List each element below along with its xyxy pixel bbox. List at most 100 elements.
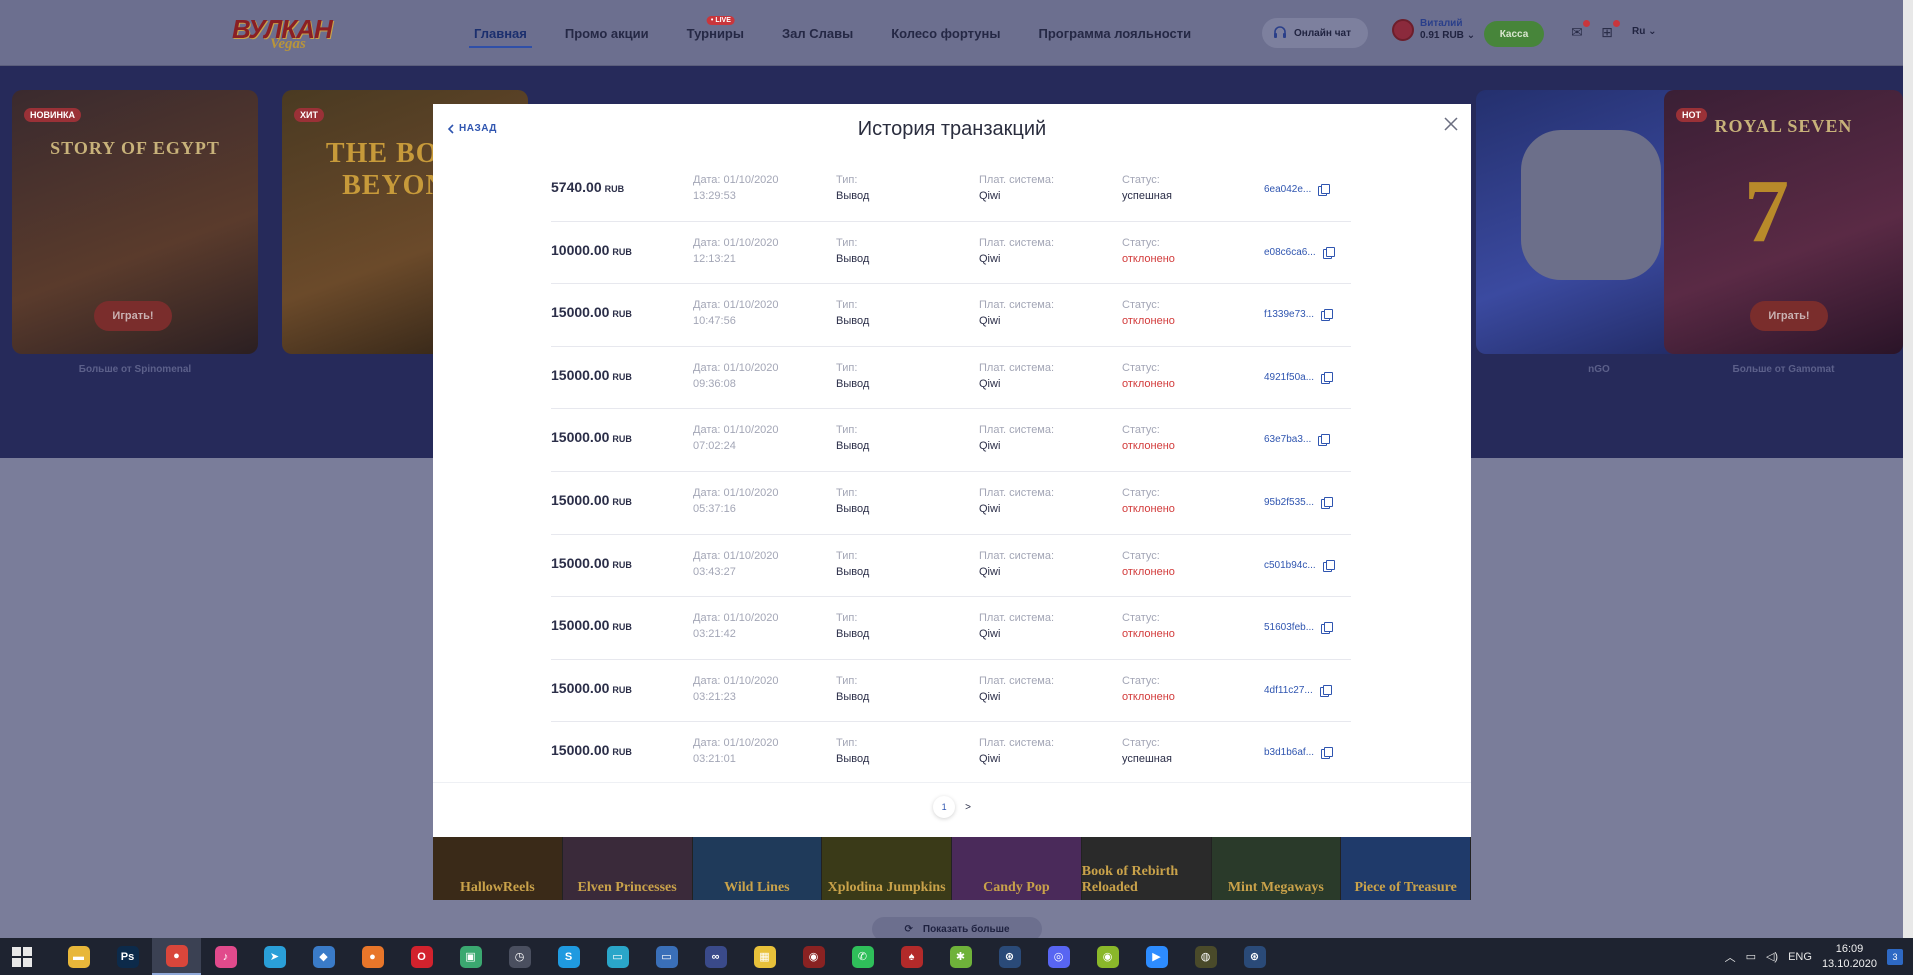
game-provider-link[interactable]: Больше от Spinomenal: [12, 364, 258, 375]
transaction-amount: 15000.00 RUB: [551, 491, 632, 508]
app-glyph: ✆: [851, 945, 874, 968]
poker-icon[interactable]: ♠: [887, 938, 936, 975]
game-thumb[interactable]: Wild Lines: [692, 836, 823, 900]
app-icon[interactable]: ◆: [299, 938, 348, 975]
settings-app-icon[interactable]: ✱: [936, 938, 985, 975]
clock[interactable]: 16:09 13.10.2020: [1822, 942, 1877, 972]
volume-icon[interactable]: ◁): [1766, 950, 1778, 963]
transaction-id-copy[interactable]: 51603feb...: [1264, 622, 1334, 635]
transaction-id-copy[interactable]: 95b2f535...: [1264, 496, 1334, 509]
cashier-button[interactable]: Касса: [1484, 21, 1544, 47]
transaction-amount: 15000.00 RUB: [551, 304, 632, 321]
currency: RUB: [612, 496, 632, 507]
link-icon[interactable]: ∞: [691, 938, 740, 975]
input-language[interactable]: ENG: [1788, 951, 1812, 963]
transaction-id: b3d1b6af...: [1264, 747, 1315, 759]
steam-icon[interactable]: ⊛: [985, 938, 1034, 975]
transaction-id-copy[interactable]: 63e7ba3...: [1264, 434, 1331, 447]
language-selector[interactable]: Ru ⌄: [1632, 26, 1657, 37]
play-button[interactable]: Играть!: [1750, 301, 1828, 331]
page-scrollbar[interactable]: [1903, 0, 1913, 938]
record-icon[interactable]: ◉: [789, 938, 838, 975]
nav-item-promo[interactable]: Промо акции: [546, 0, 668, 66]
transaction-row: 15000.00 RUB Дата: 01/10/2020 10:47:56 Тип: В…: [551, 284, 1351, 347]
transaction-id-copy[interactable]: b3d1b6af...: [1264, 747, 1334, 760]
game-thumb[interactable]: Piece of Treasure: [1341, 836, 1471, 900]
gift-icon[interactable]: ⊞: [1598, 20, 1620, 40]
media-icon[interactable]: ◉: [1083, 938, 1132, 975]
app-glyph: S: [557, 945, 580, 968]
monitor-app-icon[interactable]: ▭: [593, 938, 642, 975]
play-button[interactable]: Играть!: [94, 301, 172, 331]
transaction-id-copy[interactable]: e08c6ca6...: [1264, 246, 1335, 259]
payment-system: Плат. система: Qiwi: [979, 674, 1055, 703]
steam-2-icon[interactable]: ⊛: [1230, 938, 1279, 975]
windows-start-icon[interactable]: [12, 947, 32, 967]
network-icon[interactable]: ▭: [1746, 950, 1756, 963]
browser-icon[interactable]: ◍: [1181, 938, 1230, 975]
transaction-id-copy[interactable]: 4921f50a...: [1264, 371, 1334, 384]
payment-system: Плат. система: Qiwi: [979, 737, 1055, 766]
transaction-id-copy[interactable]: 4df11c27...: [1264, 684, 1332, 697]
opera-icon[interactable]: O: [397, 938, 446, 975]
transaction-type: Тип: Вывод: [836, 737, 870, 766]
avatar: [1392, 19, 1414, 41]
transaction-row: 15000.00 RUB Дата: 01/10/2020 03:43:27 Тип: В…: [551, 535, 1351, 598]
game-icon[interactable]: ▣: [446, 938, 495, 975]
whatsapp-icon[interactable]: ✆: [838, 938, 887, 975]
close-button[interactable]: [1439, 112, 1463, 136]
skype-icon[interactable]: S: [544, 938, 593, 975]
nav-label: Колесо фортуны: [891, 25, 1001, 41]
clock-app-icon[interactable]: ◷: [495, 938, 544, 975]
transaction-id-copy[interactable]: c501b94c...: [1264, 559, 1335, 572]
nav-item-hall-of-fame[interactable]: Зал Славы: [763, 0, 872, 66]
next-page-button[interactable]: >: [965, 802, 971, 813]
app-glyph: ⊛: [998, 945, 1021, 968]
transaction-amount: 10000.00 RUB: [551, 241, 632, 258]
online-chat-button[interactable]: Онлайн чат: [1262, 18, 1368, 48]
game-thumb[interactable]: Xplodina Jumpkins: [822, 836, 952, 900]
file-explorer-icon[interactable]: ▬: [54, 938, 103, 975]
game-thumb[interactable]: Book of Rebirth Reloaded: [1081, 836, 1212, 900]
image-app-icon[interactable]: ▦: [740, 938, 789, 975]
desktop-icon[interactable]: ▭: [642, 938, 691, 975]
chrome-icon[interactable]: ●: [152, 938, 201, 975]
game-card-royal-seven[interactable]: HOT ROYAL SEVEN 7 Играть!: [1664, 90, 1903, 354]
game-provider-link[interactable]: Больше от Gamomat: [1664, 364, 1903, 375]
app-glyph: O: [410, 945, 433, 968]
nav-item-loyalty[interactable]: Программа лояльности: [1019, 0, 1210, 66]
site-logo[interactable]: ВУЛКАН Vegas: [232, 14, 333, 54]
game-thumb[interactable]: HallowReels: [433, 836, 563, 900]
chevron-up-icon[interactable]: ︿: [1725, 949, 1736, 965]
game-thumb[interactable]: Candy Pop: [952, 836, 1082, 900]
telegram-icon[interactable]: ➤: [250, 938, 299, 975]
transaction-row: 15000.00 RUB Дата: 01/10/2020 03:21:42 Тип: В…: [551, 597, 1351, 660]
game-thumb[interactable]: Mint Megaways: [1211, 836, 1342, 900]
itunes-icon[interactable]: ♪: [201, 938, 250, 975]
discord-icon[interactable]: ◎: [1034, 938, 1083, 975]
transaction-amount: 15000.00 RUB: [551, 679, 632, 696]
app-glyph: ▦: [753, 945, 776, 968]
nav-label: Программа лояльности: [1038, 25, 1192, 41]
photoshop-icon[interactable]: Ps: [103, 938, 152, 975]
game-card-story-of-egypt[interactable]: НОВИНКА STORY OF EGYPT Играть!: [12, 90, 258, 354]
zoom-icon[interactable]: ▶: [1132, 938, 1181, 975]
copy-icon: [1318, 434, 1331, 447]
nav-item-wheel[interactable]: Колесо фортуны: [872, 0, 1019, 66]
transaction-type: Тип: Вывод: [836, 612, 870, 641]
page-number[interactable]: 1: [933, 796, 956, 818]
mail-icon[interactable]: ✉: [1568, 20, 1590, 40]
transaction-id-copy[interactable]: 6ea042e...: [1264, 184, 1331, 196]
transaction-id-copy[interactable]: f1339e73...: [1264, 309, 1334, 322]
pagination: 1 >: [433, 796, 1471, 818]
transaction-row: 15000.00 RUB Дата: 01/10/2020 09:36:08 Тип: В…: [551, 347, 1351, 410]
nav-item-tournaments[interactable]: • LIVE Турниры: [668, 0, 763, 66]
payment-system: Плат. система: Qiwi: [979, 299, 1055, 328]
user-menu[interactable]: Виталий 0.91 RUB ⌄: [1392, 18, 1475, 42]
status-badge: успешная: [1122, 753, 1172, 766]
copy-icon: [1319, 684, 1332, 697]
nav-item-home[interactable]: Главная: [455, 0, 546, 66]
firefox-icon[interactable]: ●: [348, 938, 397, 975]
notification-icon[interactable]: 3: [1887, 948, 1903, 965]
game-thumb[interactable]: Elven Princesses: [562, 836, 693, 900]
